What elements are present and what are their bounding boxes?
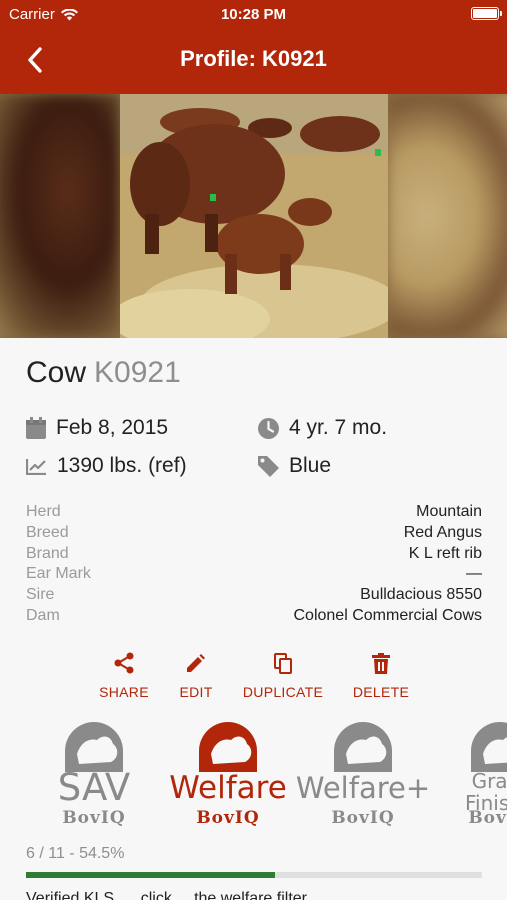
badge-welfare[interactable]: Welfare BovIQ (158, 718, 298, 836)
status-time: 10:28 PM (220, 6, 287, 23)
share-label: SHARE (99, 684, 149, 700)
page-title: Profile: K0921 (180, 46, 327, 71)
badge-title: SAV (57, 766, 131, 809)
status-bar: Carrier 10:28 PM (0, 0, 507, 28)
progress-bar (26, 872, 482, 878)
footer-note: Verified KLS ..., click ... the welfare … (26, 890, 307, 900)
detail-row-brand: Brand K L reft rib (26, 544, 482, 565)
cow-head-icon (471, 722, 507, 772)
badge-title: Welfare+ (295, 771, 431, 805)
badge-subtitle: BovIQ (62, 808, 126, 828)
cow-head-icon (199, 722, 257, 772)
clock-icon (258, 417, 279, 439)
detail-row-breed: Breed Red Angus (26, 523, 482, 544)
age-row: 4 yr. 7 mo. (258, 416, 387, 440)
badge-subtitle: BovIQ (331, 808, 395, 828)
duplicate-label: DUPLICATE (242, 684, 324, 700)
delete-button[interactable]: DELETE (352, 650, 410, 700)
delete-label: DELETE (352, 684, 410, 700)
pencil-icon (187, 654, 205, 672)
detail-row-ear-mark: Ear Mark — (26, 564, 482, 585)
weight-row: 1390 lbs. (ref) (26, 454, 187, 478)
next-photo[interactable] (388, 94, 507, 338)
cattle-photo[interactable] (120, 94, 388, 338)
progress-fill (26, 872, 275, 878)
cow-head-icon (334, 722, 392, 772)
trash-icon (372, 652, 390, 674)
badge-sav[interactable]: SAV BovIQ (24, 718, 164, 836)
detail-row-herd: Herd Mountain (26, 502, 482, 523)
detail-label: Sire (26, 586, 55, 604)
detail-value: — (466, 565, 482, 583)
cow-head-icon (65, 722, 123, 772)
badge-grass-finished[interactable]: Grass Finished BovIQ (430, 718, 507, 836)
share-button[interactable]: SHARE (99, 650, 149, 700)
badge-title: Welfare (169, 770, 287, 806)
trend-chart-icon (26, 458, 46, 475)
birth-date-row: Feb 8, 2015 (26, 416, 168, 440)
edit-button[interactable]: EDIT (178, 650, 214, 700)
badge-welfare-plus[interactable]: Welfare+ BovIQ (293, 718, 433, 836)
tag-color-row: Blue (258, 454, 331, 478)
navigation-bar: Profile: K0921 (0, 28, 507, 94)
detail-value: Colonel Commercial Cows (293, 606, 483, 624)
detail-value: K L reft rib (408, 544, 482, 562)
detail-value: Red Angus (403, 523, 482, 541)
animal-heading: Cow K0921 (26, 356, 181, 390)
detail-value: Mountain (416, 503, 482, 520)
progress-label: 6 / 11 - 54.5% (26, 845, 125, 862)
copy-icon (274, 652, 292, 674)
photo-carousel[interactable] (0, 94, 507, 338)
battery-icon (471, 7, 502, 20)
badge-subtitle: BovIQ (468, 808, 507, 828)
detail-label: Herd (26, 503, 61, 520)
animal-kind: Cow (26, 356, 87, 389)
detail-label: Dam (26, 606, 60, 624)
birth-date: Feb 8, 2015 (56, 416, 169, 439)
detail-value: Bulldacious 8550 (360, 586, 482, 604)
edit-label: EDIT (179, 684, 213, 700)
age: 4 yr. 7 mo. (289, 416, 388, 439)
previous-photo[interactable] (0, 94, 120, 338)
program-badges: SAV BovIQ Welfare BovIQ Welfare+ BovIQ G… (0, 718, 507, 836)
weight: 1390 lbs. (ref) (57, 454, 187, 477)
details-list: Herd Mountain Breed Red Angus Brand K L ref… (26, 502, 482, 627)
tag-color: Blue (289, 454, 332, 477)
share-icon (114, 652, 134, 674)
tag-icon (258, 455, 279, 477)
detail-label: Breed (26, 523, 69, 541)
animal-tag: K0921 (94, 356, 181, 389)
calendar-icon (26, 417, 46, 439)
badge-subtitle: BovIQ (196, 808, 260, 828)
detail-label: Brand (26, 544, 69, 562)
cattle-photo-illustration (120, 94, 388, 338)
duplicate-button[interactable]: DUPLICATE (242, 650, 324, 700)
detail-row-dam: Dam Colonel Commercial Cows (26, 606, 482, 627)
detail-row-sire: Sire Bulldacious 8550 (26, 585, 482, 606)
action-bar: SHARE EDIT DUPLICATE DELETE (0, 650, 507, 704)
detail-label: Ear Mark (26, 565, 91, 583)
